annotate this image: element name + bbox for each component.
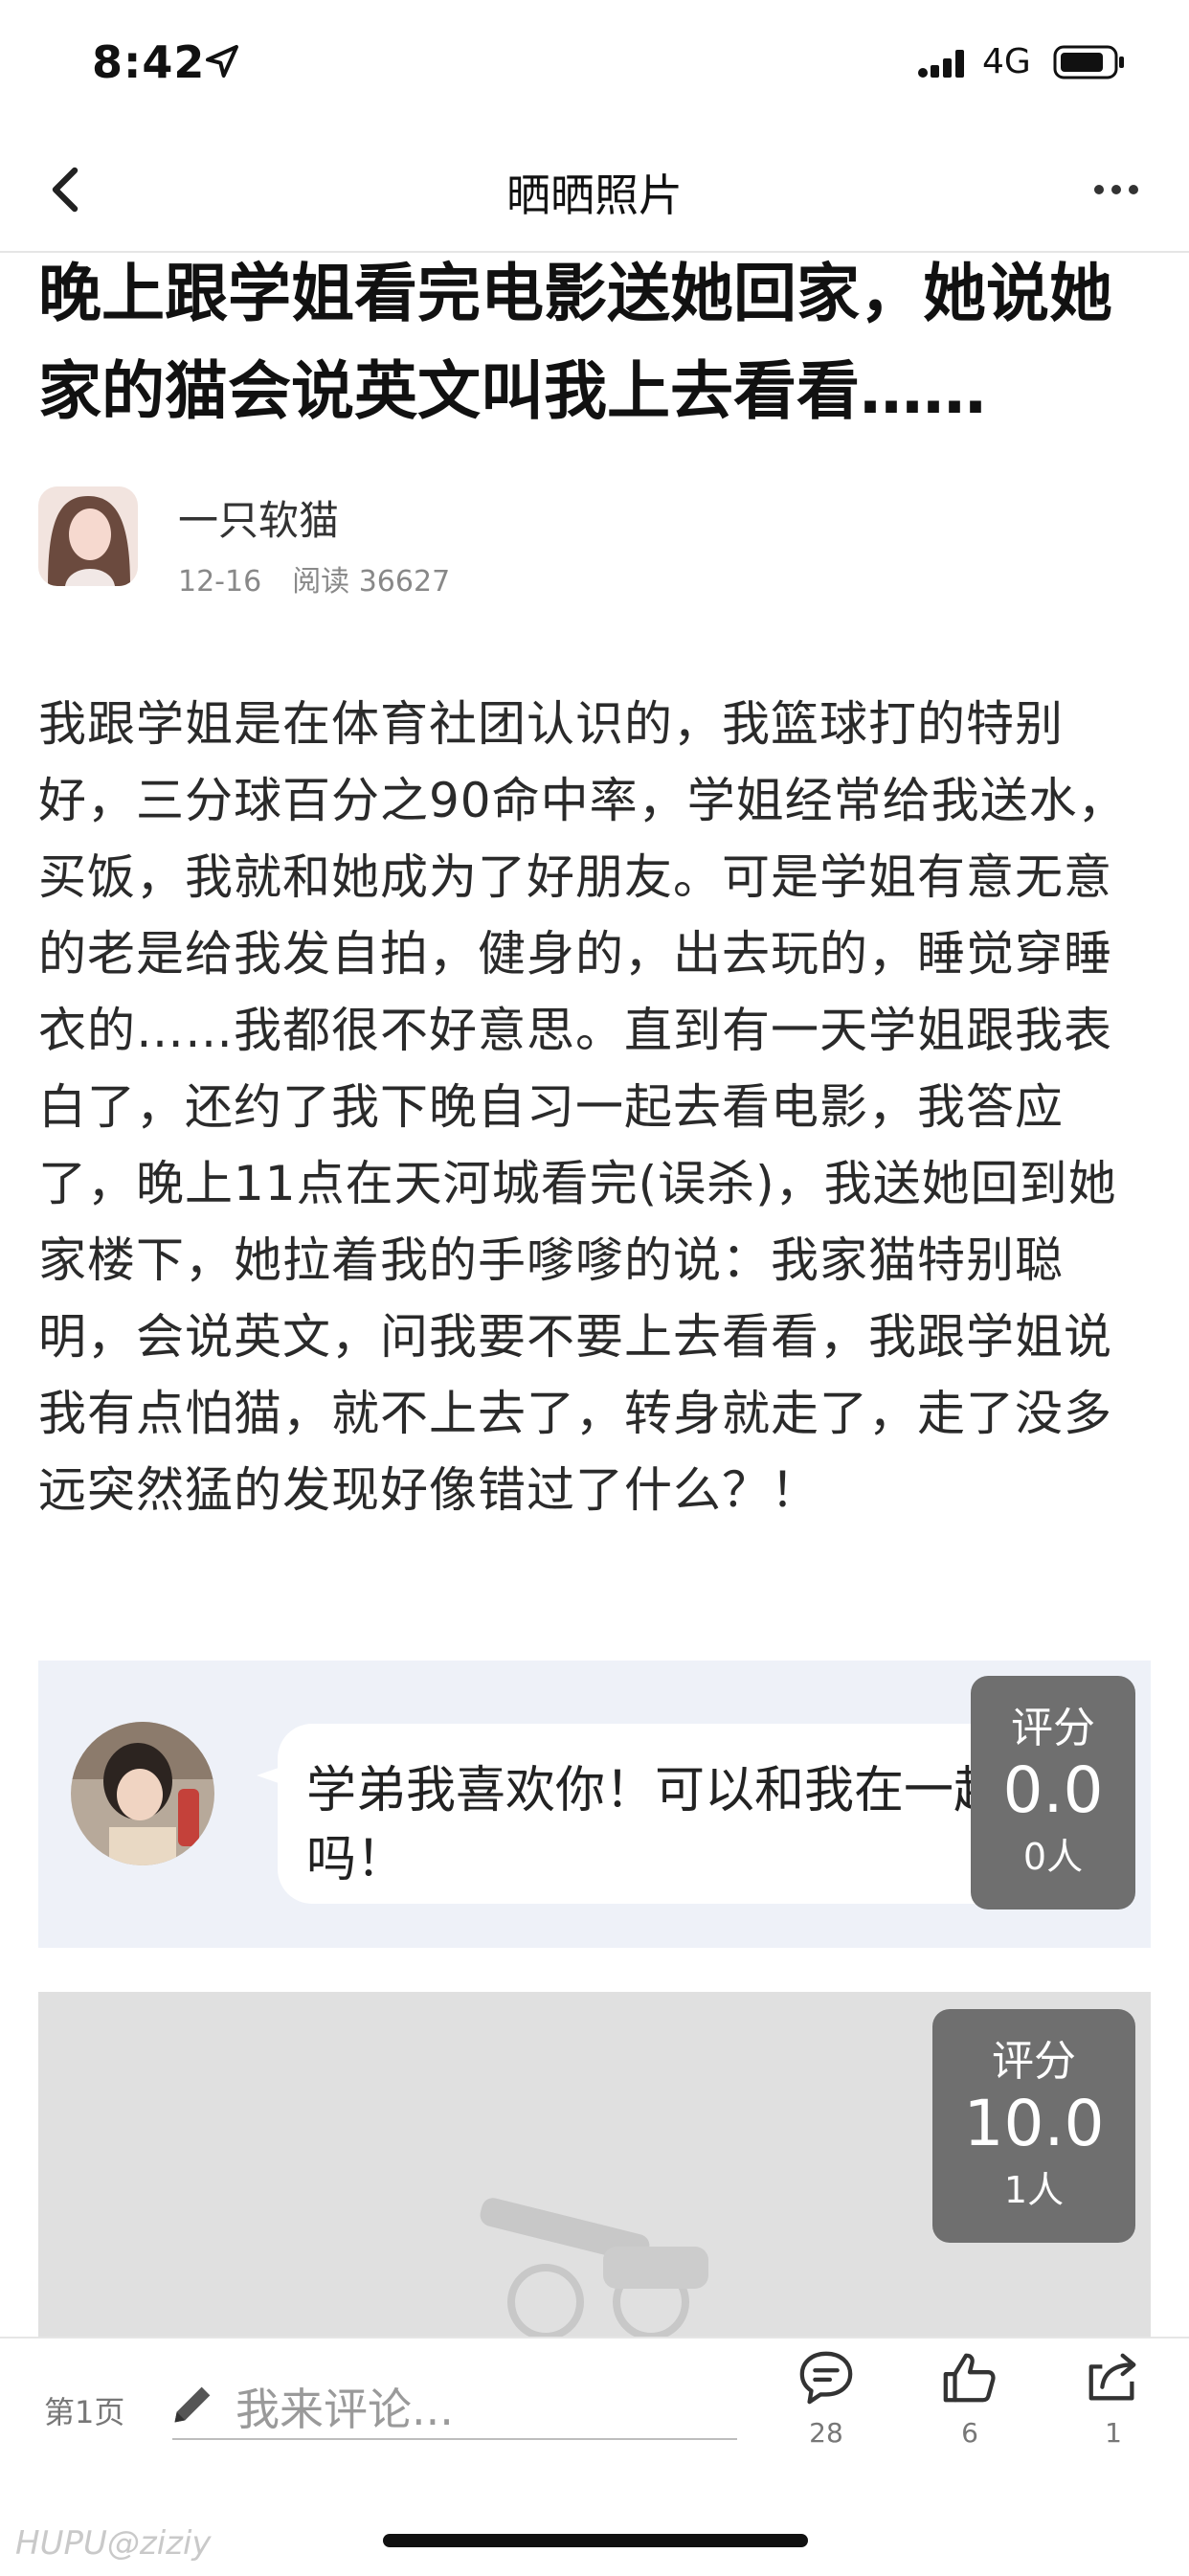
shares-count: 1	[1105, 2417, 1122, 2449]
score-label: 评分	[1011, 1704, 1095, 1752]
status-time: 8:42	[92, 36, 206, 88]
comment-input[interactable]: 我来评论...	[236, 2375, 454, 2438]
share-icon	[1088, 2353, 1136, 2401]
image-score-badge-2[interactable]: 评分 10.0 1人	[932, 2009, 1135, 2243]
score-count: 1人	[1003, 2169, 1065, 2211]
score-value: 0.0	[1002, 1753, 1104, 1827]
comments-button[interactable]: 28	[783, 2348, 869, 2449]
more-options-icon[interactable]	[1093, 182, 1139, 197]
score-label: 评分	[992, 2037, 1076, 2086]
hupu-watermark: HUPU@ziziy	[15, 2524, 212, 2563]
location-arrow-icon	[206, 45, 238, 78]
watermark-brand: HUPU	[15, 2524, 107, 2563]
chat-avatar	[71, 1722, 214, 1865]
page-indicator[interactable]: 第1页	[44, 2388, 124, 2432]
comment-bubble-icon	[799, 2351, 853, 2405]
battery-icon	[1053, 45, 1124, 79]
network-type: 4G	[982, 42, 1031, 81]
pencil-icon	[174, 2386, 211, 2423]
comment-input-underline	[172, 2438, 737, 2440]
author-avatar[interactable]	[38, 486, 138, 586]
read-count: 阅读 36627	[292, 565, 451, 599]
watermark-user: @ziziy	[106, 2524, 212, 2563]
post-body: 我跟学姐是在体育社团认识的，我篮球打的特别好，三分球百分之90命中率，学姐经常给…	[38, 696, 1127, 1518]
nav-title: 晒晒照片	[506, 169, 683, 221]
post-date: 12-16	[178, 565, 262, 599]
score-value: 10.0	[963, 2087, 1105, 2160]
image-placeholder-cannon-icon	[480, 2198, 708, 2337]
post-title: 晚上跟学姐看完电影送她回家，她说她家的猫会说英文叫我上去看看……	[38, 257, 1112, 428]
home-indicator[interactable]	[383, 2534, 808, 2547]
author-name[interactable]: 一只软猫	[178, 488, 339, 547]
thumbs-up-icon	[943, 2353, 996, 2403]
score-count: 0人	[1022, 1836, 1084, 1878]
chat-bubble-text: 学弟我喜欢你！可以和我在一起吗！	[306, 1762, 1004, 1888]
likes-count: 6	[961, 2417, 978, 2449]
comments-count: 28	[809, 2417, 843, 2449]
like-button[interactable]: 6	[927, 2348, 1013, 2449]
signal-strength-icon	[918, 50, 964, 78]
post-meta: 12-16 阅读 36627	[178, 557, 481, 599]
share-button[interactable]: 1	[1070, 2348, 1156, 2449]
image-score-badge-1[interactable]: 评分 0.0 0人	[971, 1676, 1135, 1909]
